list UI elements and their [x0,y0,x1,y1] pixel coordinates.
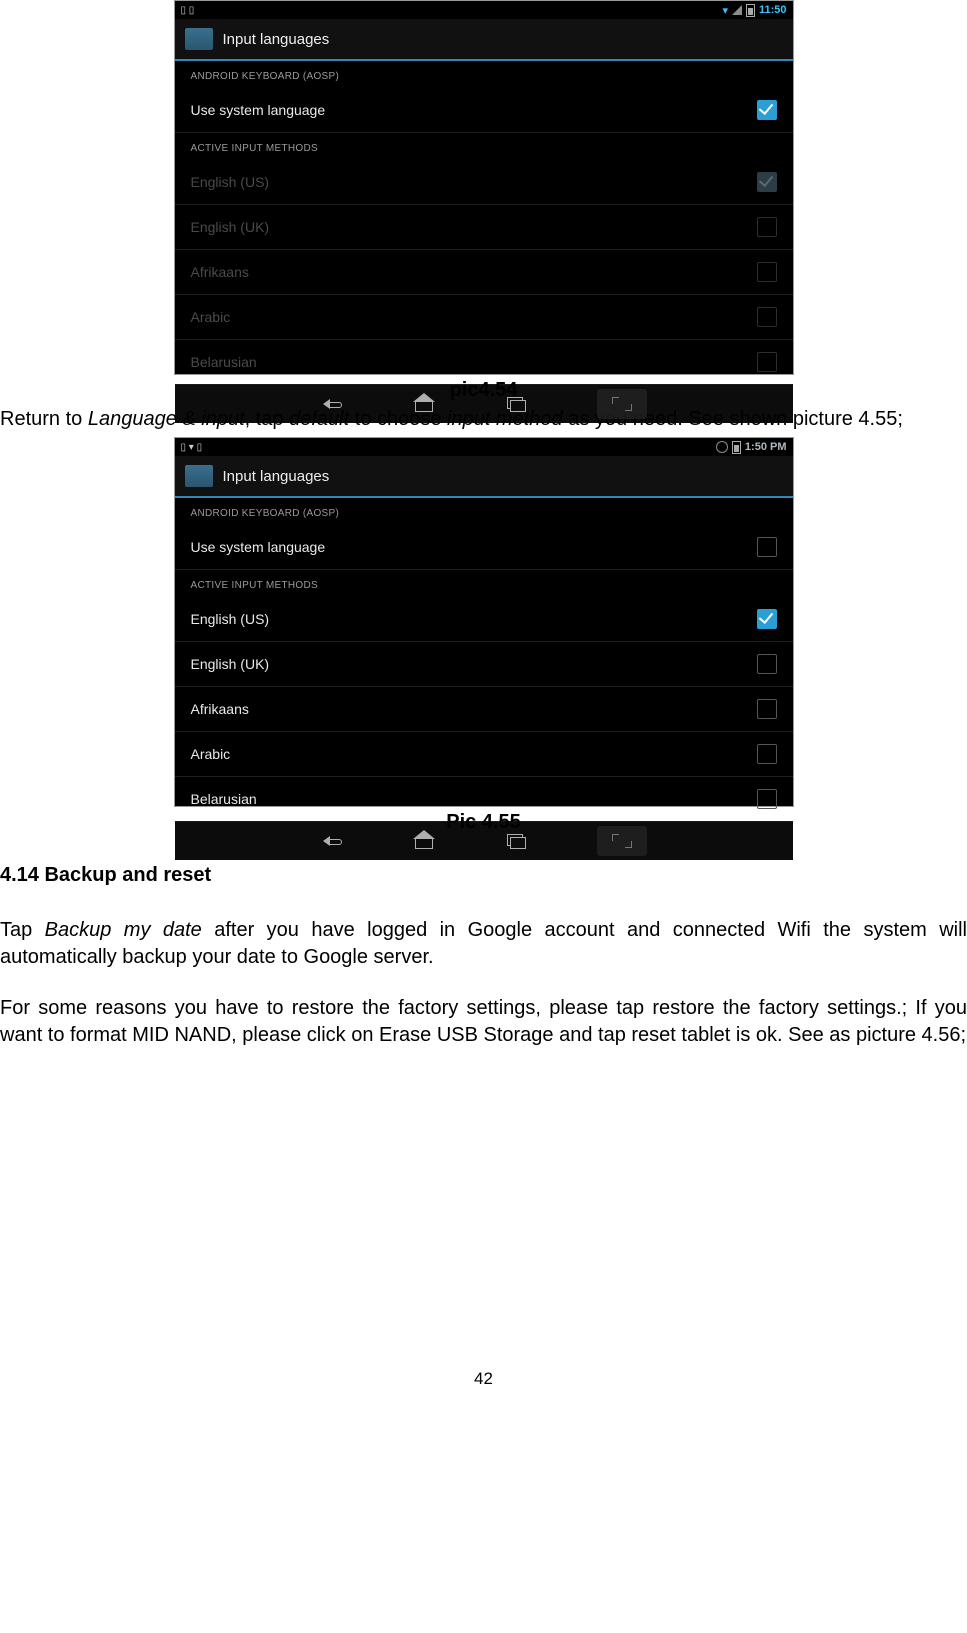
checkbox-icon[interactable] [757,100,777,120]
nav-screenshot-button[interactable] [597,826,647,856]
checkbox-icon [757,217,777,237]
row-use-system-language[interactable]: Use system language [175,88,793,133]
row-label: Belarusian [191,354,257,370]
caption-pic454: pic4.54 [0,379,967,402]
row-english-us: English (US) [175,160,793,205]
section-android-keyboard: ANDROID KEYBOARD (AOSP) [175,61,793,88]
row-afrikaans[interactable]: Afrikaans [175,687,793,732]
checkbox-icon[interactable] [757,537,777,557]
row-english-uk: English (UK) [175,205,793,250]
nav-back-icon[interactable] [321,830,343,852]
checkbox-icon[interactable] [757,654,777,674]
row-label: Belarusian [191,791,257,807]
battery-icon [746,4,755,17]
paragraph-return-language: Return to Language & input, tap default … [0,406,967,433]
nav-recent-icon[interactable] [505,830,527,852]
paragraph-factory-reset: For some reasons you have to restore the… [0,995,967,1049]
status-left-icons: ▯ ▯ [181,5,195,16]
nav-home-icon[interactable] [413,830,435,852]
checkbox-icon[interactable] [757,789,777,809]
screenshot-pic4-55: ▯ ▾ ▯ 1:50 PM Input languages ANDROID KE… [174,437,794,807]
nav-recent-icon[interactable] [505,393,527,415]
heading-backup-reset: 4.14 Backup and reset [0,864,967,887]
row-label: Afrikaans [191,701,249,717]
checkbox-icon [757,172,777,192]
settings-icon [185,465,213,487]
status-bar: ▯ ▾ ▯ 1:50 PM [175,438,793,456]
battery-icon [732,441,741,454]
row-label: English (US) [191,174,270,190]
checkbox-icon [757,307,777,327]
row-use-system-language[interactable]: Use system language [175,525,793,570]
row-english-uk[interactable]: English (UK) [175,642,793,687]
row-arabic: Arabic [175,295,793,340]
signal-icon [732,5,742,15]
status-bar: ▯ ▯ ▾ 11:50 [175,1,793,19]
page-number: 42 [0,1369,967,1389]
nav-back-icon[interactable] [321,393,343,415]
screenshot-pic4-54: ▯ ▯ ▾ 11:50 Input languages ANDROID KEYB… [174,0,794,375]
checkbox-icon [757,262,777,282]
screen-title: Input languages [223,31,330,48]
nav-home-icon[interactable] [413,393,435,415]
row-label: Use system language [191,539,326,555]
row-english-us[interactable]: English (US) [175,597,793,642]
status-time: 1:50 PM [745,441,787,453]
row-label: English (UK) [191,219,270,235]
checkbox-icon[interactable] [757,699,777,719]
section-active-input: ACTIVE INPUT METHODS [175,133,793,160]
row-label: English (UK) [191,656,270,672]
status-time: 11:50 [759,4,787,16]
row-belarusian: Belarusian [175,340,793,384]
row-label: Arabic [191,309,231,325]
row-label: English (US) [191,611,270,627]
checkbox-icon[interactable] [757,744,777,764]
screen-header: Input languages [175,456,793,498]
settings-icon [185,28,213,50]
caption-pic455: Pic 4.55 [0,811,967,834]
wifi-icon: ▾ [722,4,728,17]
section-active-input: ACTIVE INPUT METHODS [175,570,793,597]
checkbox-icon [757,352,777,372]
status-left-icons: ▯ ▾ ▯ [181,442,203,453]
wifi-icon [716,441,728,453]
screen-header: Input languages [175,19,793,61]
checkbox-icon[interactable] [757,609,777,629]
row-afrikaans: Afrikaans [175,250,793,295]
row-label: Use system language [191,102,326,118]
row-label: Afrikaans [191,264,249,280]
section-android-keyboard: ANDROID KEYBOARD (AOSP) [175,498,793,525]
paragraph-backup-my-date: Tap Backup my date after you have logged… [0,917,967,971]
screen-title: Input languages [223,468,330,485]
row-arabic[interactable]: Arabic [175,732,793,777]
nav-screenshot-button[interactable] [597,389,647,419]
row-label: Arabic [191,746,231,762]
